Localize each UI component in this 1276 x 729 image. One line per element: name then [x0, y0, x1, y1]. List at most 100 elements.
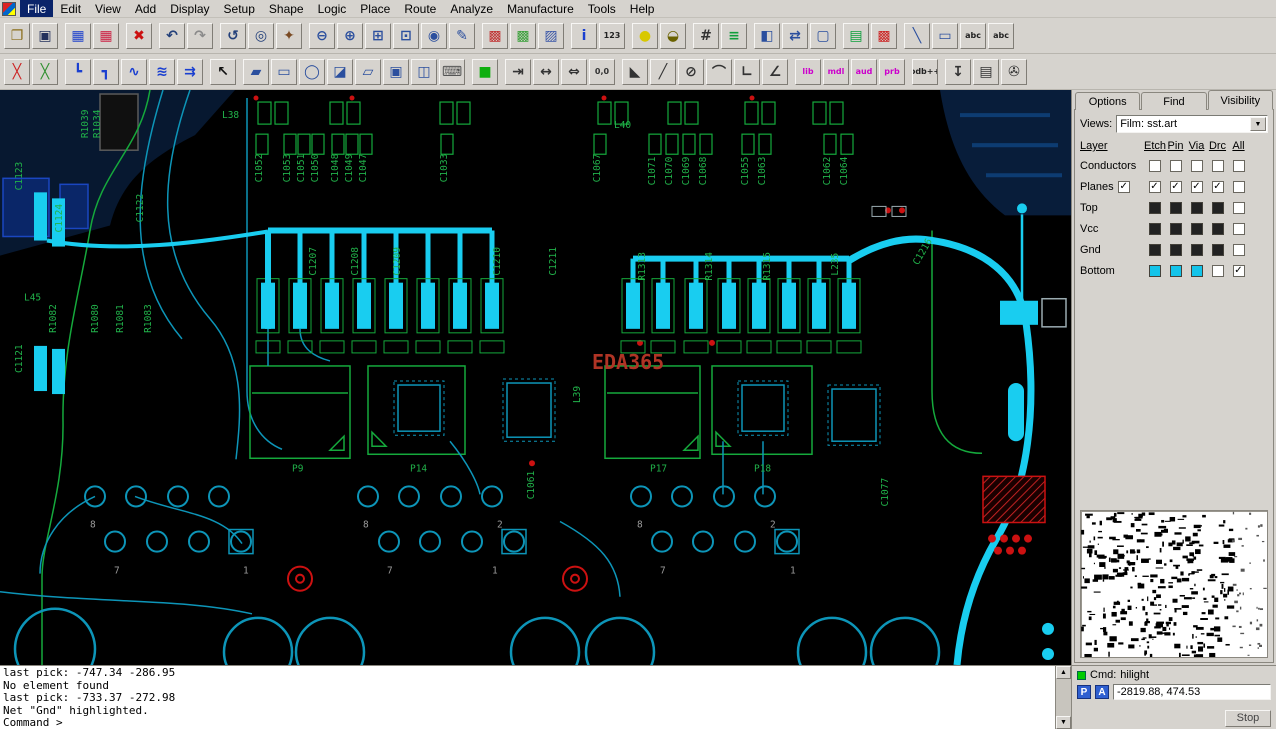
menu-edit[interactable]: Edit — [53, 0, 88, 17]
chevron-down-icon[interactable]: ▼ — [1250, 117, 1266, 131]
design-canvas[interactable]: C1123 R1039 R1034 C1124 C1122 L45 R1082 R1080 R1… — [0, 90, 1071, 665]
mdl-icon[interactable]: mdl — [823, 58, 849, 85]
highlight-icon[interactable]: ● — [632, 22, 658, 49]
circle-diameter-icon[interactable]: ⊘ — [678, 58, 704, 85]
screenshot-icon[interactable]: ✇ — [1001, 58, 1027, 85]
perpendicular-icon[interactable]: ∟ — [734, 58, 760, 85]
unrats-all-icon[interactable]: ◎ — [248, 22, 274, 49]
layer-swatch[interactable] — [1169, 201, 1182, 214]
add-rect-icon[interactable]: ▭ — [932, 22, 958, 49]
menu-file[interactable]: File — [20, 0, 54, 17]
layer-checkbox[interactable] — [1232, 264, 1245, 277]
column-header-via[interactable]: Via — [1186, 140, 1207, 152]
layer-checkbox[interactable] — [1232, 201, 1245, 214]
show-measure-icon[interactable]: 123 — [599, 22, 625, 49]
dehighlight-icon[interactable]: ◒ — [660, 22, 686, 49]
via-drill-icon[interactable]: ↧ — [945, 58, 971, 85]
menu-setup[interactable]: Setup — [217, 0, 262, 17]
pcb-artwork[interactable]: C1123 R1039 R1034 C1124 C1122 L45 R1082 R1080 R1… — [0, 90, 1071, 665]
design-edit-icon[interactable]: ✎ — [449, 22, 475, 49]
column-header-all[interactable]: All — [1228, 140, 1249, 152]
menu-analyze[interactable]: Analyze — [443, 0, 500, 17]
color-dialog-icon[interactable]: ▩ — [510, 22, 536, 49]
show-element-icon[interactable]: i — [571, 22, 597, 49]
menu-display[interactable]: Display — [163, 0, 216, 17]
layer-checkbox[interactable] — [1232, 243, 1245, 256]
layer-swatch[interactable] — [1211, 243, 1224, 256]
void-rect-icon[interactable]: ▣ — [383, 58, 409, 85]
delay-tune-icon[interactable]: ≋ — [149, 58, 175, 85]
shape-circle-icon[interactable]: ◯ — [299, 58, 325, 85]
menu-help[interactable]: Help — [623, 0, 662, 17]
scroll-down-icon[interactable]: ▼ — [1056, 716, 1071, 729]
undo-icon[interactable]: ↶ — [159, 22, 185, 49]
menu-tools[interactable]: Tools — [581, 0, 623, 17]
edit-boundary-icon[interactable]: ◫ — [411, 58, 437, 85]
aud-icon[interactable]: aud — [851, 58, 877, 85]
layer-checkbox[interactable] — [1190, 180, 1203, 193]
tab-visibility[interactable]: Visibility — [1207, 90, 1273, 110]
void-polygon-icon[interactable]: ▱ — [355, 58, 381, 85]
open-icon[interactable]: ❐ — [4, 22, 30, 49]
command-log[interactable]: last pick: -747.34 -286.95 No element fou… — [0, 666, 1056, 729]
color-priority-icon[interactable]: ▩ — [482, 22, 508, 49]
shape-polygon-icon[interactable]: ▰ — [243, 58, 269, 85]
scroll-up-icon[interactable]: ▲ — [1056, 666, 1071, 679]
arc-icon[interactable]: ⌒ — [706, 58, 732, 85]
layer-swatch[interactable] — [1190, 222, 1203, 235]
layer-swatch[interactable] — [1211, 222, 1224, 235]
stop-button[interactable]: Stop — [1225, 710, 1271, 727]
spacing-icon[interactable]: ⇥ — [505, 58, 531, 85]
layer-swatch[interactable] — [1169, 264, 1182, 277]
zoom-fit-icon[interactable]: ⊡ — [393, 22, 419, 49]
angle-icon[interactable]: ∠ — [762, 58, 788, 85]
planes-checkbox[interactable] — [1117, 180, 1130, 193]
layer-checkbox[interactable] — [1232, 180, 1245, 193]
menu-logic[interactable]: Logic — [311, 0, 354, 17]
minimap[interactable] — [1080, 510, 1268, 658]
layers-icon[interactable]: ≡ — [721, 22, 747, 49]
measure-icon[interactable]: ↔ — [533, 58, 559, 85]
pointer-icon[interactable]: ↖ — [210, 58, 236, 85]
menu-add[interactable]: Add — [128, 0, 163, 17]
padstack-edit-icon[interactable]: ▩ — [871, 22, 897, 49]
layer-checkbox[interactable] — [1148, 180, 1161, 193]
layer-checkbox[interactable] — [1148, 159, 1161, 172]
layer-checkbox[interactable] — [1169, 159, 1182, 172]
save-icon[interactable]: ▣ — [32, 22, 58, 49]
prb-icon[interactable]: prb — [879, 58, 905, 85]
zoom-out-icon[interactable]: ⊖ — [309, 22, 335, 49]
cross-section-icon[interactable]: ◧ — [754, 22, 780, 49]
plot-artwork-icon[interactable]: ▦ — [93, 22, 119, 49]
line-45-icon[interactable]: ╱ — [650, 58, 676, 85]
auto-route-icon[interactable]: ⇉ — [177, 58, 203, 85]
layer-swatch[interactable] — [1169, 243, 1182, 256]
dynamic-shape-icon[interactable]: ■ — [472, 58, 498, 85]
grid-toggle-icon[interactable]: # — [693, 22, 719, 49]
menu-view[interactable]: View — [88, 0, 128, 17]
layer-checkbox[interactable] — [1211, 180, 1224, 193]
column-header-pin[interactable]: Pin — [1165, 140, 1186, 152]
add-connect-icon[interactable]: ┗ — [65, 58, 91, 85]
layer-swatch[interactable] — [1190, 264, 1203, 277]
menu-place[interactable]: Place — [353, 0, 397, 17]
fix-icon[interactable]: ✦ — [276, 22, 302, 49]
views-dropdown[interactable]: Film: sst.art ▼ — [1116, 115, 1268, 133]
tab-options[interactable]: Options — [1075, 92, 1141, 110]
slide-icon[interactable]: ┓ — [93, 58, 119, 85]
zoom-world-icon[interactable]: ◉ — [421, 22, 447, 49]
layer-checkbox[interactable] — [1232, 222, 1245, 235]
chamfer-icon[interactable]: ◣ — [622, 58, 648, 85]
column-header-drc[interactable]: Drc — [1207, 140, 1228, 152]
layer-swatch[interactable] — [1148, 201, 1161, 214]
menu-route[interactable]: Route — [397, 0, 443, 17]
pick-mode-button[interactable]: P — [1077, 685, 1091, 699]
custom-smooth-icon[interactable]: ∿ — [121, 58, 147, 85]
layer-swatch[interactable] — [1169, 222, 1182, 235]
origin-icon[interactable]: 0,0 — [589, 58, 615, 85]
zoom-by-points-icon[interactable]: ⊞ — [365, 22, 391, 49]
swap-layers-icon[interactable]: ⇄ — [782, 22, 808, 49]
rats-net-icon[interactable]: ╳ — [4, 58, 30, 85]
shape-rect-icon[interactable]: ▭ — [271, 58, 297, 85]
layer-checkbox[interactable] — [1169, 180, 1182, 193]
